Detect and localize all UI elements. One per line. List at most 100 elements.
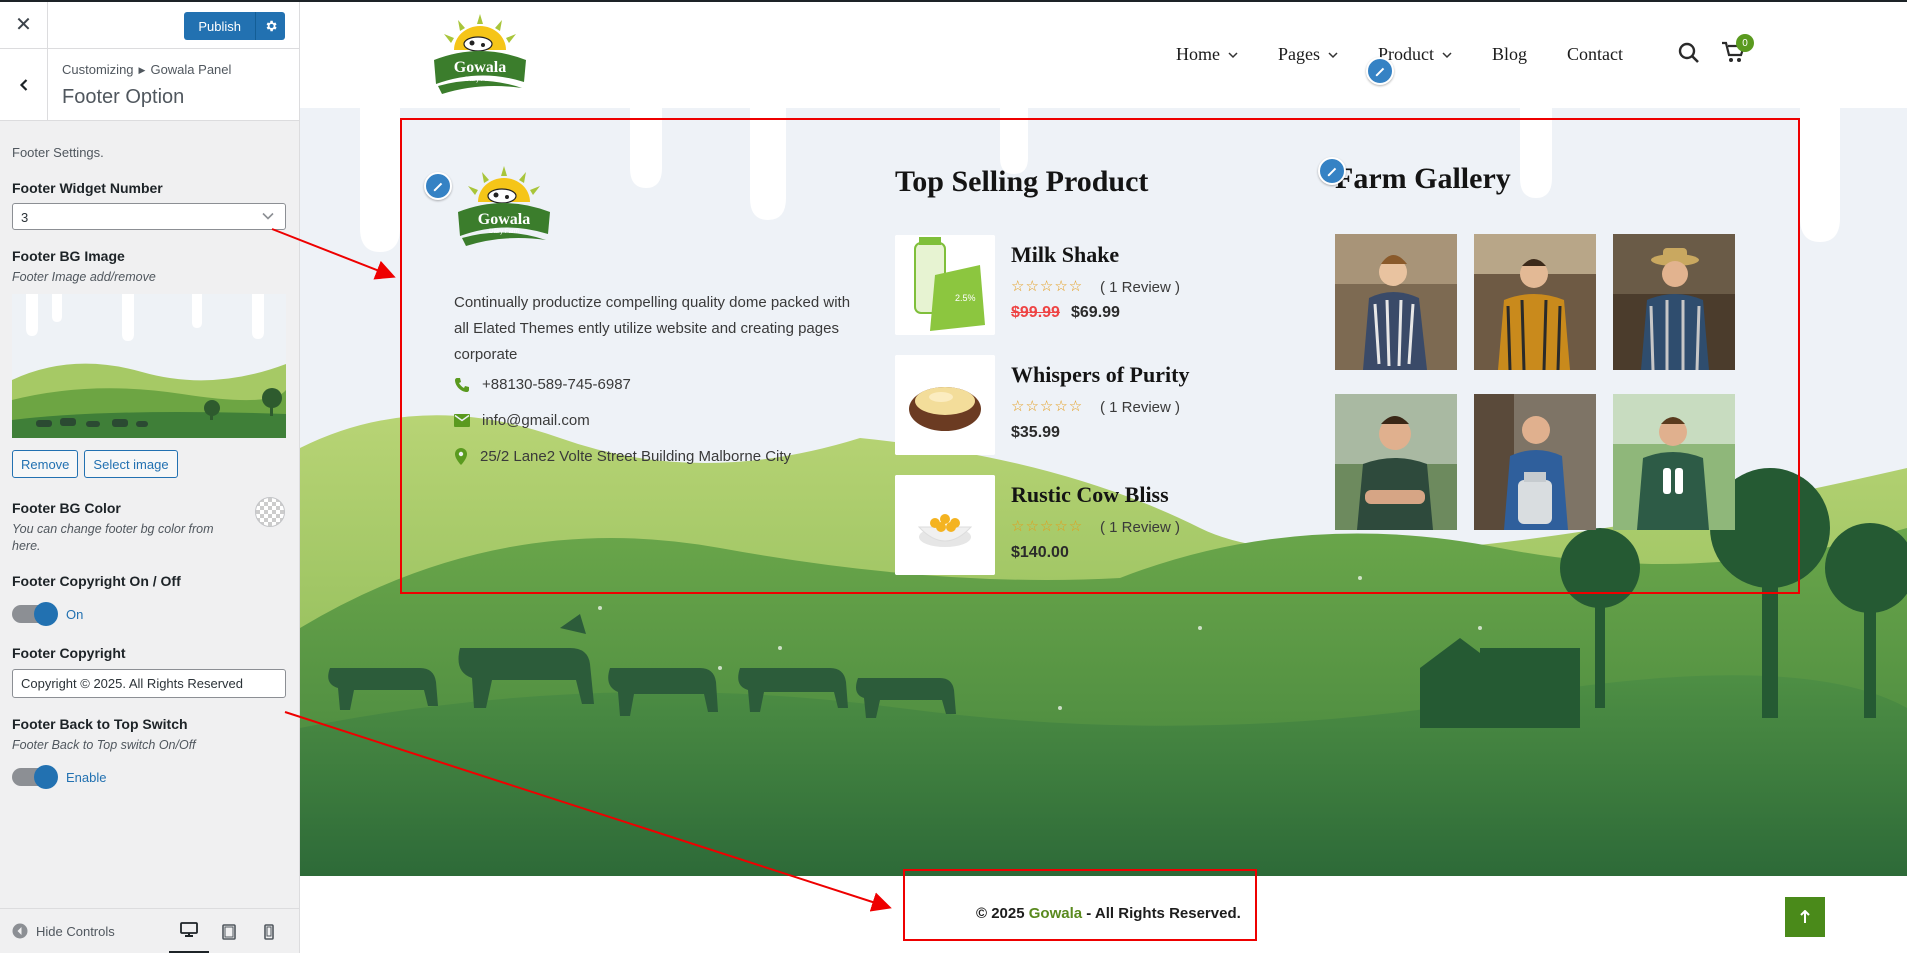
copyright-label: Footer Copyright <box>12 645 126 661</box>
copyright-text: - All Rights Reserved. <box>1086 905 1241 922</box>
backtotop-label: Footer Back to Top Switch <box>12 716 188 732</box>
close-icon: ✕ <box>15 14 32 36</box>
backtotop-toggle[interactable] <box>12 765 58 789</box>
edit-menu-pencil-icon[interactable] <box>1366 57 1394 85</box>
main-nav: Home Pages Product Blog Contact <box>1176 44 1623 65</box>
email-text: info@gmail.com <box>482 412 590 429</box>
remove-image-button[interactable]: Remove <box>12 450 79 478</box>
product-name-1[interactable]: Milk Shake <box>1011 242 1119 268</box>
tablet-preview-button[interactable] <box>209 909 249 953</box>
nav-contact[interactable]: Contact <box>1567 44 1623 65</box>
widget-number-label: Footer Widget Number <box>12 180 163 196</box>
product-image-whispers[interactable] <box>895 355 995 455</box>
widget-number-select[interactable]: 3 <box>12 203 286 230</box>
gallery-image[interactable] <box>1474 394 1596 530</box>
mobile-preview-button[interactable] <box>249 909 289 953</box>
backtotop-toggle-state: Enable <box>66 769 107 785</box>
footer-logo[interactable]: Gowala Dairy Farm <box>452 164 556 248</box>
search-icon[interactable] <box>1678 42 1700 64</box>
bg-color-label: Footer BG Color <box>12 500 121 516</box>
product-old-price-1: $99.99 <box>1011 304 1060 321</box>
gallery-image[interactable] <box>1613 234 1735 370</box>
nav-contact-label: Contact <box>1567 44 1624 64</box>
back-button[interactable] <box>0 49 48 121</box>
backtotop-toggle-row: Enable <box>12 765 287 789</box>
backtotop-desc: Footer Back to Top switch On/Off <box>12 738 196 752</box>
chevron-down-icon <box>1228 51 1238 58</box>
chevron-down-icon <box>1328 51 1338 58</box>
top-border <box>0 0 1907 2</box>
copyright-toggle[interactable] <box>12 602 58 626</box>
site-logo[interactable]: Gowala Dairy Farm <box>428 12 532 96</box>
product-name-3[interactable]: Rustic Cow Bliss <box>1011 482 1169 508</box>
customizer-header: ✕ Publish <box>0 0 299 49</box>
edit-widget-pencil-icon[interactable] <box>424 172 452 200</box>
bg-image-label: Footer BG Image <box>12 248 125 264</box>
breadcrumb-separator-icon: ▶ <box>138 65 146 75</box>
chevron-down-icon <box>1442 51 1452 58</box>
copyright-input[interactable] <box>12 669 286 698</box>
contact-email: info@gmail.com <box>454 412 590 429</box>
select-image-button[interactable]: Select image <box>84 450 178 478</box>
gear-icon <box>266 20 277 32</box>
widget-number-value: 3 <box>21 210 29 225</box>
footer-logo-subtext: Dairy Farm <box>489 229 519 235</box>
nav-blog[interactable]: Blog <box>1492 44 1527 65</box>
nav-pages-label: Pages <box>1278 44 1320 64</box>
desktop-preview-button[interactable] <box>169 909 209 953</box>
product-name-2[interactable]: Whispers of Purity <box>1011 362 1189 388</box>
publish-button[interactable]: Publish <box>184 12 255 40</box>
phone-icon <box>455 377 469 392</box>
product-image-milk-shake[interactable]: 2.5% <box>895 235 995 335</box>
product-review-3[interactable]: ( 1 Review ) <box>1100 519 1180 536</box>
hide-controls-button[interactable]: Hide Controls <box>12 923 115 939</box>
product-image-rustic[interactable] <box>895 475 995 575</box>
footer-copyright: © 2025 Gowala - All Rights Reserved. <box>976 905 1241 922</box>
bg-color-picker[interactable] <box>255 497 285 527</box>
bg-color-desc: You can change footer bg color from here… <box>12 522 214 553</box>
nav-pages[interactable]: Pages <box>1278 44 1338 65</box>
copyright-brand-link[interactable]: Gowala <box>1029 905 1082 922</box>
panel-controls: Footer Settings. Footer Widget Number 3 … <box>0 145 299 789</box>
location-pin-icon <box>455 448 467 465</box>
bg-image-actions: Remove Select image <box>12 450 287 478</box>
contact-phone: +88130-589-745-6987 <box>454 376 631 393</box>
site-preview: Gowala Dairy Farm Home Pages Product Blo… <box>300 0 1907 953</box>
product-review-2[interactable]: ( 1 Review ) <box>1100 399 1180 416</box>
close-customizer-button[interactable]: ✕ <box>0 0 48 49</box>
copyright-year: © 2025 <box>976 905 1025 922</box>
back-to-top-button[interactable] <box>1785 897 1825 937</box>
product-rating-3: ☆☆☆☆☆ <box>1011 518 1084 535</box>
site-header: Gowala Dairy Farm Home Pages Product Blo… <box>300 0 1907 108</box>
product-price-1: $69.99 <box>1071 304 1120 321</box>
product-rating-2: ☆☆☆☆☆ <box>1011 398 1084 415</box>
phone-text: +88130-589-745-6987 <box>482 376 631 393</box>
gallery-image[interactable] <box>1335 394 1457 530</box>
bg-image-desc: Footer Image add/remove <box>12 270 156 284</box>
nav-blog-label: Blog <box>1492 44 1528 64</box>
copyright-toggle-state: On <box>66 606 84 622</box>
address-text: 25/2 Lane2 Volte Street Building Malborn… <box>480 448 792 465</box>
publish-settings-button[interactable] <box>255 12 285 40</box>
gallery-image[interactable] <box>1335 234 1457 370</box>
contact-address: 25/2 Lane2 Volte Street Building Malborn… <box>454 448 791 465</box>
chevron-left-icon <box>19 79 27 91</box>
logo-subtext: Dairy Farm <box>465 77 495 83</box>
chevron-down-icon <box>262 212 274 220</box>
gallery-image[interactable] <box>1474 234 1596 370</box>
edit-gallery-pencil-icon[interactable] <box>1318 157 1346 185</box>
publish-group: Publish <box>184 12 285 40</box>
arrow-up-icon <box>1800 910 1810 923</box>
device-switcher <box>169 909 289 953</box>
collapse-icon <box>12 923 28 939</box>
top-selling-title: Top Selling Product <box>895 165 1149 198</box>
svg-text:2.5%: 2.5% <box>955 293 976 303</box>
nav-home-label: Home <box>1176 44 1220 64</box>
product-review-1[interactable]: ( 1 Review ) <box>1100 279 1180 296</box>
breadcrumb: Customizing ▶ Gowala Panel <box>62 62 231 77</box>
gallery-image[interactable] <box>1613 394 1735 530</box>
customizer-footer: Hide Controls <box>0 908 299 953</box>
nav-home[interactable]: Home <box>1176 44 1238 65</box>
cart-count-badge: 0 <box>1736 34 1754 52</box>
hide-controls-label: Hide Controls <box>36 923 115 939</box>
